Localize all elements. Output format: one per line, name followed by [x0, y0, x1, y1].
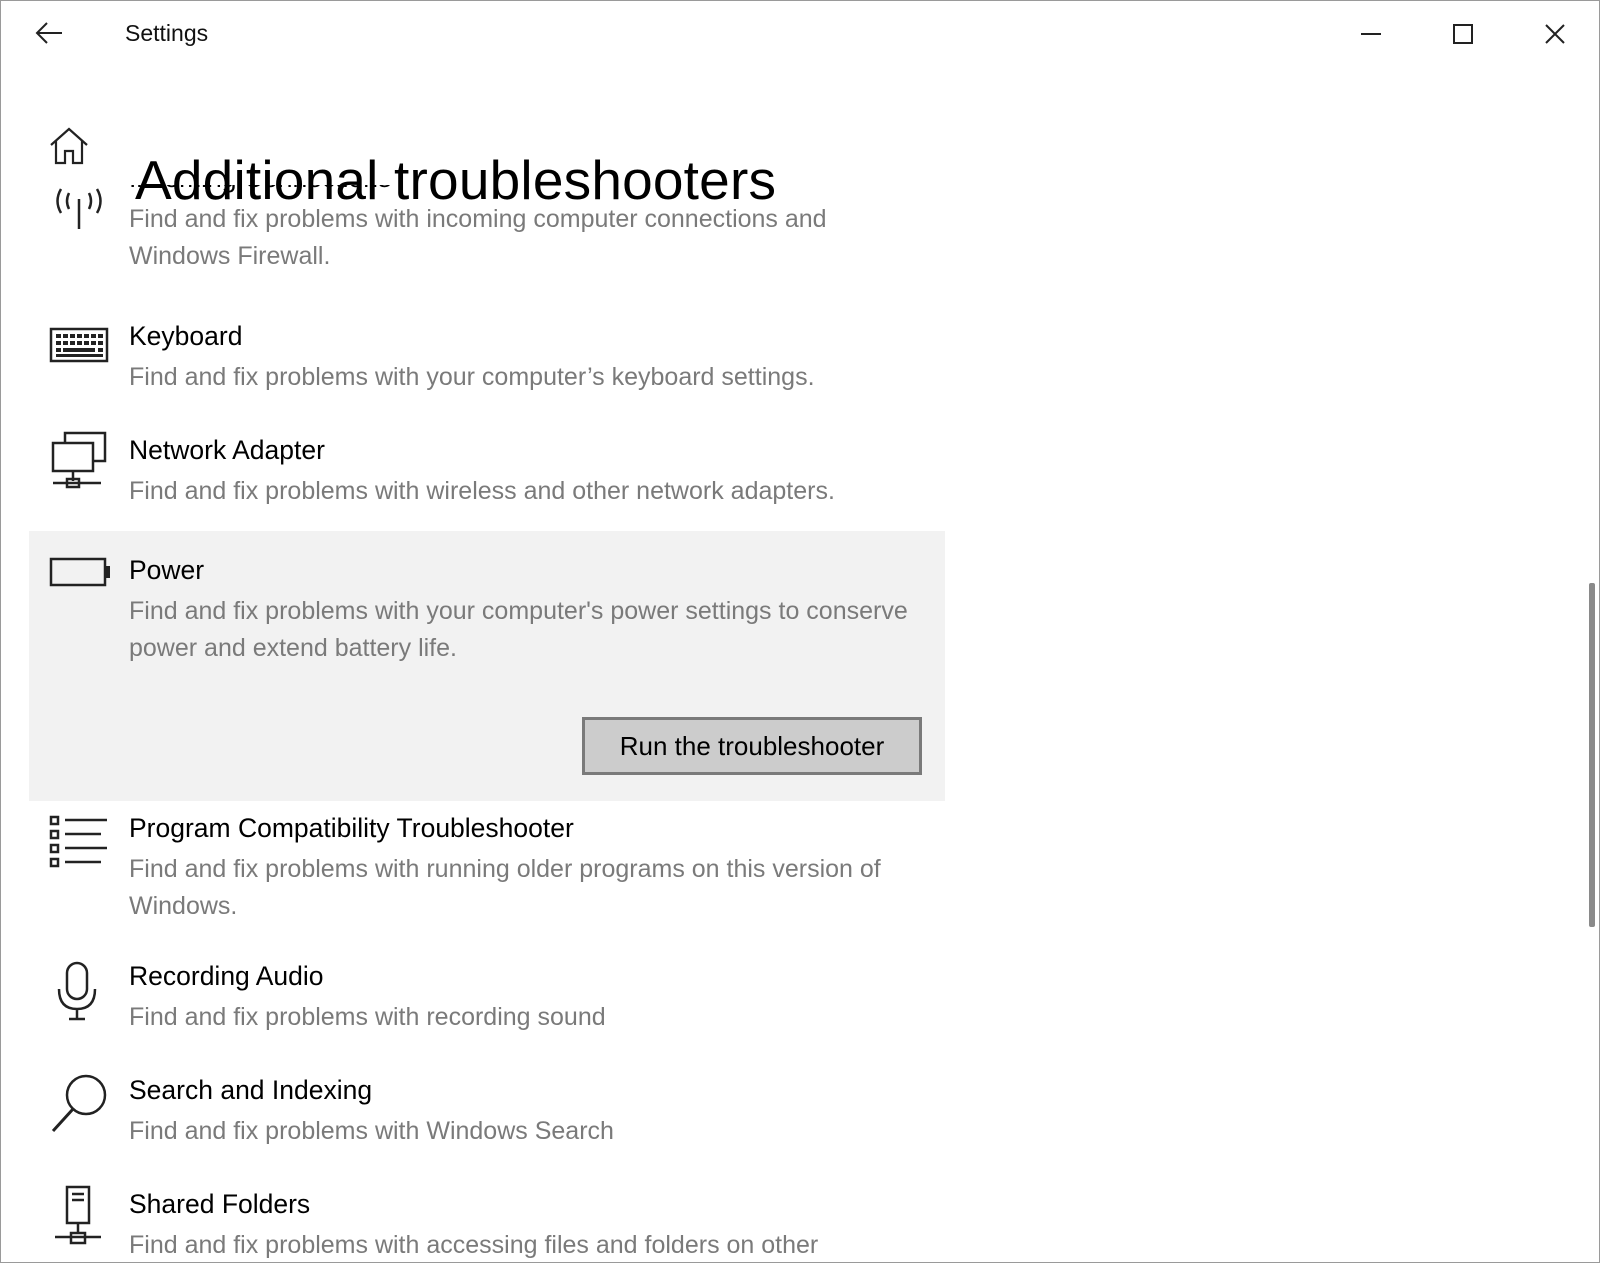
- title-bar: Settings: [1, 1, 1599, 67]
- vertical-scrollbar[interactable]: [1589, 583, 1595, 927]
- shared-folders-icon: [49, 1185, 109, 1245]
- list-item-network-adapter[interactable]: Network Adapter Find and fix problems wi…: [29, 425, 945, 521]
- antenna-icon: [49, 185, 109, 233]
- page-header: Additional troubleshooters: [1, 67, 1581, 211]
- back-button[interactable]: [29, 15, 69, 51]
- list-item-recording-audio[interactable]: Recording Audio Find and fix problems wi…: [29, 957, 945, 1053]
- item-name: Power: [129, 555, 205, 585]
- item-description: Find and fix problems with recording sou…: [129, 1003, 606, 1031]
- list-item-program-compatibility[interactable]: Program Compatibility Troubleshooter Fin…: [29, 809, 945, 939]
- list-item-shared-folders[interactable]: Shared Folders Find and fix problems wit…: [29, 1185, 945, 1262]
- item-name: Recording Audio: [129, 961, 324, 991]
- item-name: Network Adapter: [129, 435, 325, 465]
- home-button[interactable]: [47, 125, 91, 169]
- list-item-search-indexing[interactable]: Search and Indexing Find and fix problem…: [29, 1071, 945, 1167]
- search-icon: [49, 1073, 109, 1133]
- settings-window: Settings Additional troubleshooters Find…: [0, 0, 1600, 1263]
- microphone-icon: [49, 961, 109, 1021]
- item-description: Find and fix problems with your computer…: [129, 597, 908, 662]
- maximize-icon: [1453, 24, 1473, 44]
- list-item-power[interactable]: Power Find and fix problems with your co…: [29, 531, 945, 801]
- item-name: Search and Indexing: [129, 1075, 373, 1105]
- keyboard-icon: [49, 315, 109, 375]
- list-icon: [49, 813, 109, 873]
- item-description: Find and fix problems with incoming comp…: [129, 205, 827, 270]
- close-button[interactable]: [1525, 9, 1585, 59]
- item-name: Shared Folders: [129, 1189, 311, 1219]
- item-name: Program Compatibility Troubleshooter: [129, 813, 574, 843]
- item-description: Find and fix problems with wireless and …: [129, 477, 835, 505]
- item-name: Keyboard: [129, 321, 243, 351]
- page-title: Additional troubleshooters: [135, 148, 777, 211]
- item-description: Find and fix problems with your computer…: [129, 363, 815, 391]
- item-description: Find and fix problems with accessing fil…: [129, 1231, 819, 1259]
- home-icon: [50, 127, 88, 165]
- minimize-icon: [1361, 33, 1381, 35]
- close-icon: [1545, 24, 1565, 44]
- back-arrow-icon: [35, 22, 62, 44]
- app-title: Settings: [125, 20, 209, 46]
- battery-icon: [49, 551, 110, 611]
- list-item-keyboard[interactable]: Keyboard Find and fix problems with your…: [29, 311, 945, 407]
- troubleshooter-list-viewport: Incoming Connections Find and fix proble…: [1, 185, 1581, 1262]
- item-description: Find and fix problems with running older…: [129, 855, 881, 920]
- network-adapter-icon: [49, 431, 109, 491]
- run-troubleshooter-button[interactable]: Run the troubleshooter: [582, 717, 922, 775]
- minimize-button[interactable]: [1341, 9, 1401, 59]
- maximize-button[interactable]: [1433, 9, 1493, 59]
- item-description: Find and fix problems with Windows Searc…: [129, 1117, 614, 1145]
